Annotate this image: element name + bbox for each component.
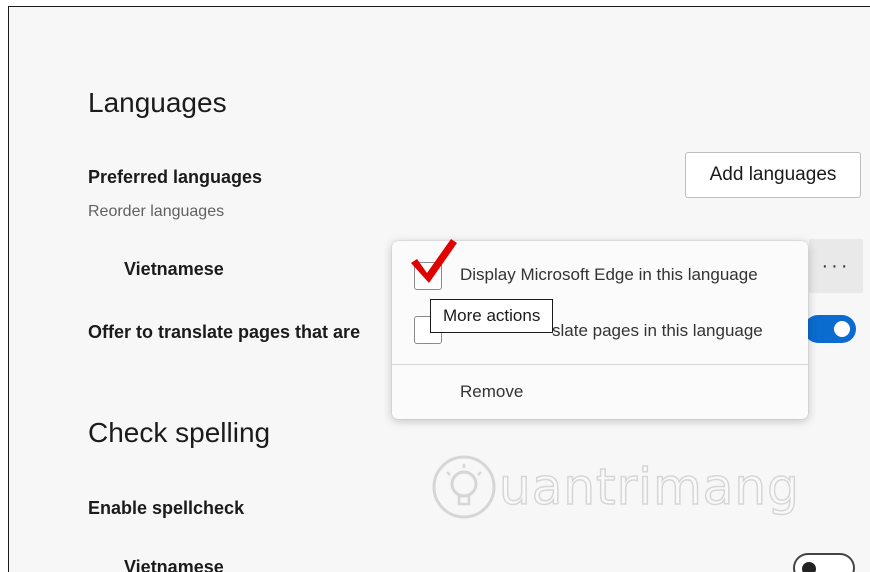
menu-item-label: Display Microsoft Edge in this language (460, 265, 758, 284)
toggle-knob (834, 321, 850, 337)
more-actions-tooltip: More actions (430, 299, 554, 333)
watermark-text: uantrimang (498, 457, 800, 517)
language-name: Vietnamese (124, 259, 224, 279)
more-actions-button[interactable]: ··· (809, 239, 863, 293)
preferred-languages-label: Preferred languages (88, 167, 263, 187)
menu-item-label: slate pages in this language (552, 321, 763, 340)
check-spelling-heading: Check spelling (88, 417, 271, 448)
reorder-languages-hint: Reorder languages (88, 203, 225, 220)
languages-heading: Languages (88, 87, 227, 118)
red-checkmark-icon (411, 239, 457, 283)
menu-separator (392, 364, 808, 365)
menu-item-label: Remove (460, 382, 524, 401)
add-languages-button[interactable]: Add languages (685, 152, 861, 198)
enable-spellcheck-label: Enable spellcheck (88, 498, 245, 518)
lightbulb-icon (432, 455, 496, 519)
watermark: uantrimang (429, 447, 800, 527)
menu-item-remove[interactable]: Remove (392, 371, 808, 415)
spellcheck-language-toggle[interactable] (793, 553, 855, 572)
offer-translate-label: Offer to translate pages that are (88, 322, 361, 342)
offer-translate-toggle[interactable] (804, 315, 856, 343)
spellcheck-language-name: Vietnamese (124, 557, 224, 572)
settings-page: Languages Preferred languages Reorder la… (8, 6, 870, 572)
